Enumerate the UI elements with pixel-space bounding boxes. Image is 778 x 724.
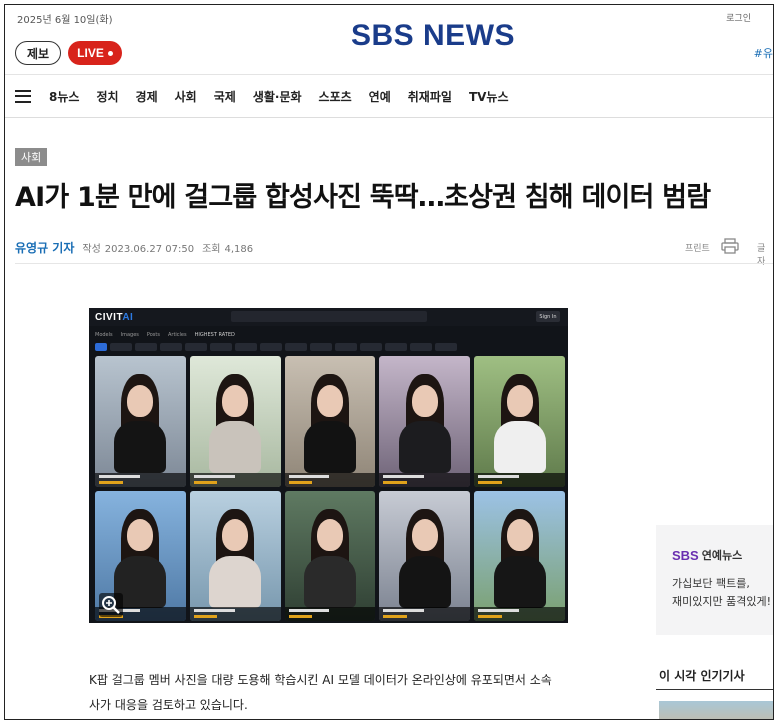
nav-item-international[interactable]: 국제 xyxy=(214,88,236,105)
current-date: 2025년 6월 10일(화) xyxy=(17,15,113,26)
image-card xyxy=(284,490,376,621)
image-card xyxy=(379,356,471,487)
nav-item-society[interactable]: 사회 xyxy=(175,88,197,105)
nav-item-life-culture[interactable]: 생활·문화 xyxy=(253,88,302,105)
written-label: 작성 xyxy=(82,244,101,255)
promo-section: 연예뉴스 xyxy=(701,549,743,562)
print-icon[interactable] xyxy=(721,238,739,254)
written-time: 2023.06.27 07:50 xyxy=(104,244,195,255)
nav-divider xyxy=(5,117,773,118)
entertainment-news-promo[interactable]: SBS 연예뉴스 가십보단 팩트를, 재미있지만 품격있게! xyxy=(656,525,773,635)
promo-sbs-logo: SBS xyxy=(672,547,699,563)
image-card xyxy=(95,356,186,487)
views-label: 조회 xyxy=(202,244,221,255)
article-headline: AI가 1분 만에 걸그룹 합성사진 뚝딱…초상권 침해 데이터 범람 xyxy=(15,182,711,213)
image-model-grid xyxy=(95,356,565,621)
meta-divider xyxy=(15,263,773,264)
category-badge[interactable]: 사회 xyxy=(15,148,48,166)
article-meta: 유영규 기자 작성 2023.06.27 07:50 조회 4,186 xyxy=(15,239,253,256)
print-label[interactable]: 프린트 xyxy=(685,241,710,254)
sbs-news-logo[interactable]: SBS NEWS xyxy=(351,19,515,53)
image-card xyxy=(379,490,471,621)
image-tabs: Models Images Posts Articles HIGHEST RATED xyxy=(95,332,235,338)
image-signin: Sign In xyxy=(536,311,560,322)
nav-item-entertainment[interactable]: 연예 xyxy=(369,88,391,105)
live-button[interactable]: LIVE xyxy=(68,41,122,65)
article-body: K팝 걸그룹 멤버 사진을 대량 도용해 학습시킨 AI 모델 데이터가 온라인… xyxy=(89,668,559,718)
popular-divider xyxy=(656,689,773,690)
image-card xyxy=(474,356,565,487)
popular-article-thumbnail[interactable] xyxy=(659,701,773,719)
article-image[interactable]: CIVITAI Sign In Models Images Posts Article… xyxy=(89,308,568,623)
nav-item-tv-news[interactable]: TV뉴스 xyxy=(469,88,509,105)
article-body-line-1: K팝 걸그룹 멤버 사진을 대량 도용해 학습시킨 AI 모델 데이터가 온라인… xyxy=(89,673,552,687)
article-body-line-2: 사가 대응을 검토하고 있습니다. xyxy=(89,698,248,712)
image-card xyxy=(284,356,376,487)
nav-item-economy[interactable]: 경제 xyxy=(136,88,158,105)
image-card xyxy=(189,356,281,487)
nav-item-coverage-files[interactable]: 취재파일 xyxy=(408,88,452,105)
image-card xyxy=(95,490,186,621)
views-count: 4,186 xyxy=(224,244,254,255)
promo-line-2: 재미있지만 품격있게! xyxy=(672,595,771,608)
main-nav: 8뉴스 정치 경제 사회 국제 생활·문화 스포츠 연예 취재파일 TV뉴스 xyxy=(5,75,773,117)
nav-item-politics[interactable]: 정치 xyxy=(96,88,118,105)
promo-brand: SBS 연예뉴스 xyxy=(672,547,742,563)
image-site-header: CIVITAI Sign In xyxy=(89,308,568,326)
report-button[interactable]: 제보 xyxy=(15,41,61,65)
menu-icon[interactable] xyxy=(15,89,31,103)
live-dot-icon xyxy=(107,50,113,56)
image-search-bar xyxy=(231,311,427,322)
page-frame: 2025년 6월 10일(화) 로그인 SBS NEWS #유 제보 LIVE … xyxy=(4,4,774,720)
hashtag-link[interactable]: #유 xyxy=(754,45,773,61)
image-filter-chips xyxy=(95,343,565,353)
zoom-icon[interactable] xyxy=(99,593,123,617)
nav-item-sports[interactable]: 스포츠 xyxy=(319,88,352,105)
promo-line-1: 가십보단 팩트를, xyxy=(672,577,750,590)
image-card xyxy=(474,490,565,621)
civitai-logo: CIVITAI xyxy=(95,311,134,323)
reporter-name[interactable]: 유영규 기자 xyxy=(15,239,74,256)
live-label: LIVE xyxy=(77,46,104,60)
popular-articles-title: 이 시각 인기기사 xyxy=(659,669,745,683)
login-link[interactable]: 로그인 xyxy=(726,11,751,24)
image-card xyxy=(189,490,281,621)
nav-item-8news[interactable]: 8뉴스 xyxy=(49,88,79,105)
